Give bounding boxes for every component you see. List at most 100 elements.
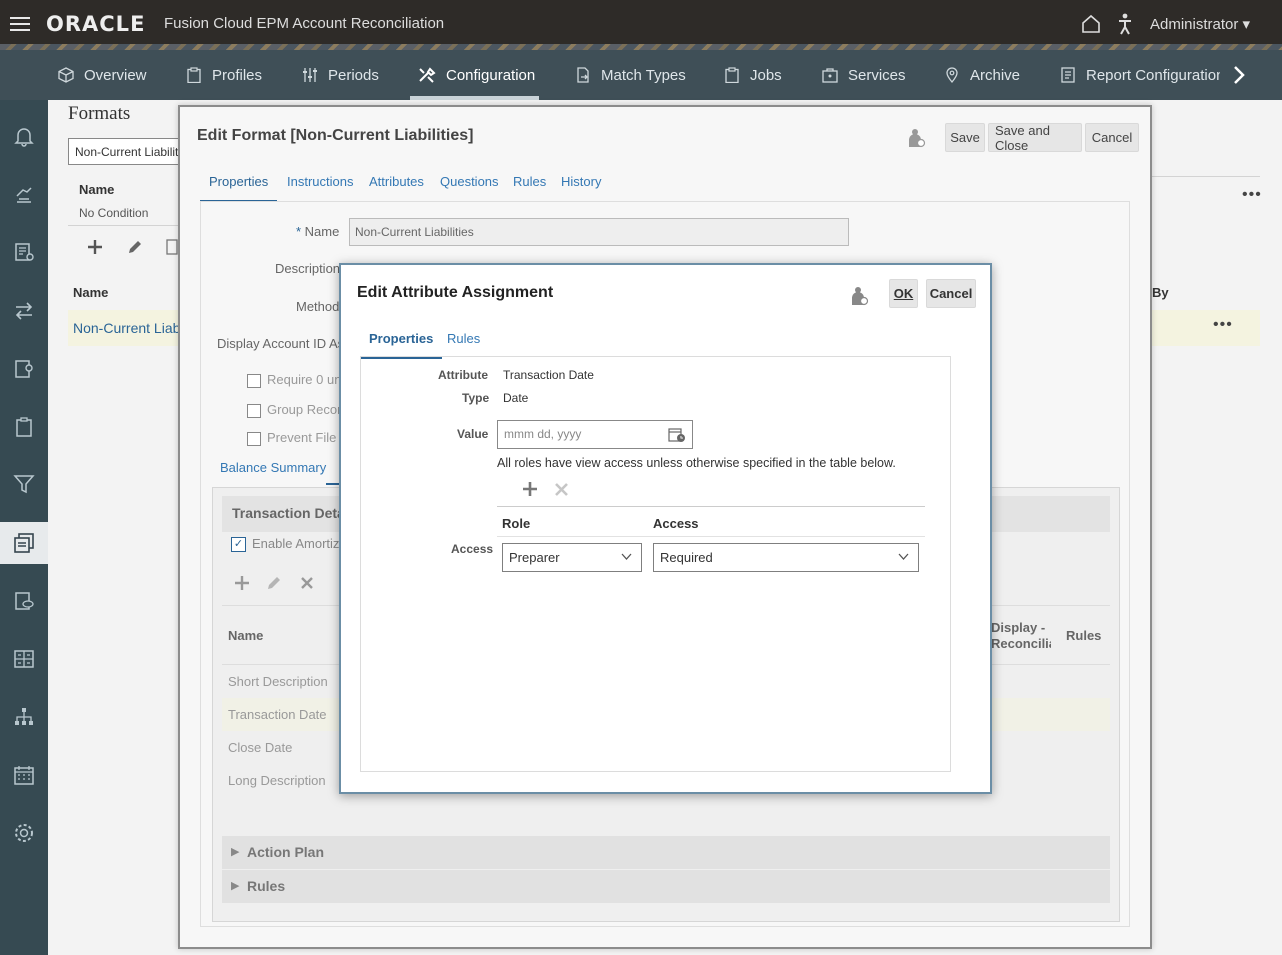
divider	[497, 506, 925, 507]
dashboard-button[interactable]	[0, 638, 48, 680]
cancel-button[interactable]: Cancel	[926, 279, 976, 308]
row-name: Long Description	[228, 773, 326, 788]
clipboard-icon	[187, 67, 201, 83]
nav-configuration[interactable]: Configuration	[409, 50, 540, 100]
tab-bar: Properties Rules	[359, 331, 569, 359]
save-and-close-button[interactable]: Save and Close	[988, 123, 1082, 153]
cancel-button[interactable]: Cancel	[1085, 123, 1139, 152]
settings-button[interactable]	[0, 812, 48, 854]
role-select[interactable]: Preparer	[502, 543, 642, 572]
ok-button[interactable]: OK	[889, 279, 918, 308]
tab-properties[interactable]: Properties	[359, 331, 443, 359]
list-row[interactable]: Non-Current Liabilities	[68, 310, 180, 346]
add-icon[interactable]	[86, 238, 104, 256]
name-field[interactable]: Non-Current Liabilities	[349, 218, 849, 246]
left-sidebar	[0, 100, 48, 955]
access-select[interactable]: Required	[653, 543, 919, 572]
nav-periods[interactable]: Periods	[302, 50, 379, 100]
nav-report-configuration[interactable]: Report Configuration	[1060, 50, 1220, 100]
clipboard-icon	[16, 417, 32, 437]
rules-section[interactable]: ▶ Rules	[222, 870, 1110, 903]
require-zero-checkbox[interactable]	[247, 374, 261, 388]
hierarchy-button[interactable]	[0, 696, 48, 738]
reconciliation-list-button[interactable]	[0, 231, 48, 273]
schedules-button[interactable]	[0, 406, 48, 448]
calendar-icon[interactable]	[668, 427, 686, 443]
tab-questions[interactable]: Questions	[440, 174, 499, 189]
tab-attributes[interactable]: Attributes	[369, 174, 424, 189]
method-label: Method	[296, 299, 340, 314]
panel-title: Transaction Details	[232, 505, 340, 521]
user-help-icon[interactable]	[851, 285, 869, 307]
accessibility-icon[interactable]	[1117, 13, 1133, 35]
edit-attribute-assignment-dialog: Edit Attribute Assignment OK Cancel Prop…	[339, 263, 992, 794]
date-input[interactable]: mmm dd, yyyy	[497, 420, 693, 449]
matching-button[interactable]	[0, 290, 48, 332]
top-header: ORACLE Fusion Cloud EPM Account Reconcil…	[0, 0, 1282, 48]
tab-properties[interactable]: Properties	[199, 174, 278, 202]
display-account-label: Display Account ID As	[217, 336, 341, 351]
info-text: All roles have view access unless otherw…	[497, 456, 896, 470]
home-icon[interactable]	[1081, 14, 1101, 34]
document-eye-icon	[15, 592, 34, 610]
prevent-upload-checkbox[interactable]	[247, 432, 261, 446]
document-settings-icon	[15, 360, 33, 378]
more-options-icon[interactable]: •••	[1242, 186, 1262, 204]
tab-rules[interactable]: Rules	[513, 174, 546, 189]
nav-archive[interactable]: Archive	[944, 50, 1020, 100]
divider	[68, 225, 180, 226]
group-reconciliations-label: Group Reconciliations	[267, 402, 339, 417]
transaction-matching-button[interactable]	[0, 348, 48, 390]
menu-icon[interactable]	[10, 14, 30, 34]
app-title: Fusion Cloud EPM Account Reconciliation	[164, 15, 445, 32]
document-icon[interactable]	[166, 239, 178, 255]
delete-icon[interactable]	[299, 575, 315, 591]
save-button[interactable]: Save	[945, 123, 985, 152]
group-reconciliations-checkbox[interactable]	[247, 404, 261, 418]
oracle-logo: ORACLE	[46, 12, 146, 36]
filters-button[interactable]	[0, 463, 48, 505]
user-menu[interactable]: Administrator ▾	[1150, 15, 1250, 33]
briefcase-icon	[822, 68, 838, 83]
tab-balance-summary[interactable]: Balance Summary	[220, 460, 326, 475]
list-row-name[interactable]: Non-Current Liabilities	[73, 320, 180, 336]
row-actions-icon[interactable]: •••	[1213, 316, 1233, 334]
enable-amortization-label: Enable Amortization	[252, 536, 340, 551]
chevron-right-icon[interactable]	[1232, 64, 1246, 86]
calendar-icon	[14, 766, 34, 785]
add-icon[interactable]	[521, 480, 539, 498]
add-icon[interactable]	[233, 574, 251, 592]
nav-profiles[interactable]: Profiles	[186, 50, 262, 100]
tab-rules[interactable]: Rules	[447, 331, 480, 346]
attribute-value: Transaction Date	[503, 368, 594, 382]
tasks-button[interactable]	[0, 174, 48, 216]
tab-instructions[interactable]: Instructions	[287, 174, 353, 189]
nav-services[interactable]: Services	[822, 50, 906, 100]
pencil-icon[interactable]	[127, 239, 143, 255]
notifications-button[interactable]	[0, 115, 48, 157]
description-label: Description	[275, 261, 341, 276]
page-title: Formats	[68, 103, 131, 124]
cube-icon	[58, 67, 74, 83]
access-value: Required	[660, 550, 713, 565]
tab-history[interactable]: History	[561, 174, 601, 189]
chevron-down-icon	[621, 553, 632, 560]
reports-view-button[interactable]	[0, 580, 48, 622]
nav-jobs[interactable]: Jobs	[724, 50, 782, 100]
delete-icon[interactable]	[554, 482, 569, 497]
nav-match-types[interactable]: Match Types	[575, 50, 686, 100]
calendar-button[interactable]	[0, 754, 48, 796]
stacked-documents-icon	[14, 533, 34, 553]
action-plan-section[interactable]: ▶ Action Plan	[222, 836, 1110, 869]
nav-overview[interactable]: Overview	[58, 50, 147, 100]
prevent-upload-label: Prevent File Upload	[267, 430, 339, 445]
formats-button[interactable]	[0, 522, 48, 564]
pencil-icon[interactable]	[266, 575, 282, 591]
user-help-icon[interactable]	[908, 127, 926, 149]
enable-amortization-checkbox[interactable]: ✓	[231, 537, 246, 552]
gear-icon	[15, 824, 33, 842]
value-label: Value	[457, 427, 489, 441]
chevron-down-icon	[898, 553, 909, 560]
divider	[1152, 176, 1260, 177]
expand-icon: ▶	[231, 846, 240, 858]
